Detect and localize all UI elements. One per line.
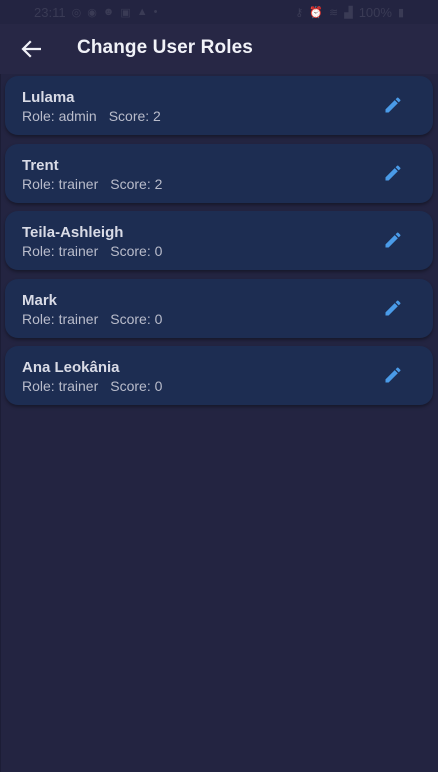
face-icon: ☻ <box>102 6 115 18</box>
image-icon: ▣ <box>120 6 131 19</box>
user-score: Score: 2 <box>108 108 161 124</box>
user-meta: Role: trainer Score: 2 <box>22 176 162 192</box>
user-card[interactable]: Mark Role: trainer Score: 0 <box>5 278 433 338</box>
user-card[interactable]: Lulama Role: admin Score: 2 <box>5 76 433 135</box>
edit-role-button[interactable] <box>381 228 405 252</box>
user-name: Teila-Ashleigh <box>22 224 124 241</box>
battery-level: 100% <box>358 4 392 20</box>
edit-role-button[interactable] <box>381 93 405 117</box>
user-card[interactable]: Teila-Ashleigh Role: trainer Score: 0 <box>5 211 433 270</box>
alarm-icon: ⏰ <box>309 6 323 19</box>
user-card[interactable]: Trent Role: trainer Score: 2 <box>5 143 433 203</box>
app-bar: Change User Roles <box>0 24 438 74</box>
edit-role-button[interactable] <box>381 296 405 320</box>
pencil-icon <box>385 299 401 315</box>
user-name: Ana Leokânia <box>22 359 120 376</box>
wifi-icon: ≋ <box>329 6 339 19</box>
dot-icon: • <box>153 6 158 18</box>
user-role: Role: trainer <box>22 310 99 327</box>
status-right: ⚷ ⏰ ≋ ▟ 100% ▮ <box>295 5 404 20</box>
back-button[interactable] <box>16 36 46 62</box>
user-meta: Role: trainer Score: 0 <box>22 243 162 259</box>
pencil-icon <box>385 367 401 383</box>
user-name: Trent <box>22 156 59 174</box>
pencil-icon <box>385 164 401 180</box>
edit-role-button[interactable] <box>381 363 405 387</box>
page-title: Change User Roles <box>77 37 253 58</box>
messenger-icon: ◉ <box>87 6 97 19</box>
key-icon: ⚷ <box>295 6 304 19</box>
status-bar: 23:11 ◎ ◉ ☻ ▣ ▲ • ⚷ ⏰ ≋ ▟ 100% ▮ <box>0 0 438 24</box>
user-meta: Role: admin Score: 2 <box>22 108 161 124</box>
user-meta: Role: trainer Score: 0 <box>22 378 162 394</box>
status-time: 23:11 <box>34 4 66 20</box>
user-score: Score: 0 <box>110 310 163 327</box>
edit-role-button[interactable] <box>381 161 405 185</box>
user-name: Lulama <box>22 89 75 106</box>
sim-icon: ▲ <box>136 6 148 18</box>
status-left: 23:11 ◎ ◉ ☻ ▣ ▲ • <box>34 5 158 20</box>
user-score: Score: 0 <box>110 378 163 394</box>
user-role: Role: trainer <box>22 378 99 394</box>
battery-icon: ▮ <box>397 6 404 19</box>
arrow-back-icon <box>21 40 41 58</box>
left-edge <box>0 74 1 772</box>
user-score: Score: 2 <box>110 175 163 192</box>
user-card[interactable]: Ana Leokânia Role: trainer Score: 0 <box>5 346 433 405</box>
user-score: Score: 0 <box>110 243 163 259</box>
user-role: Role: trainer <box>22 175 99 192</box>
user-role: Role: trainer <box>22 243 99 259</box>
user-meta: Role: trainer Score: 0 <box>22 311 162 327</box>
user-name: Mark <box>22 291 58 309</box>
pencil-icon <box>385 97 401 113</box>
signal-icon: ▟ <box>344 6 353 19</box>
whatsapp-icon: ◎ <box>71 6 82 19</box>
pencil-icon <box>385 232 401 248</box>
user-role: Role: admin <box>22 108 97 124</box>
